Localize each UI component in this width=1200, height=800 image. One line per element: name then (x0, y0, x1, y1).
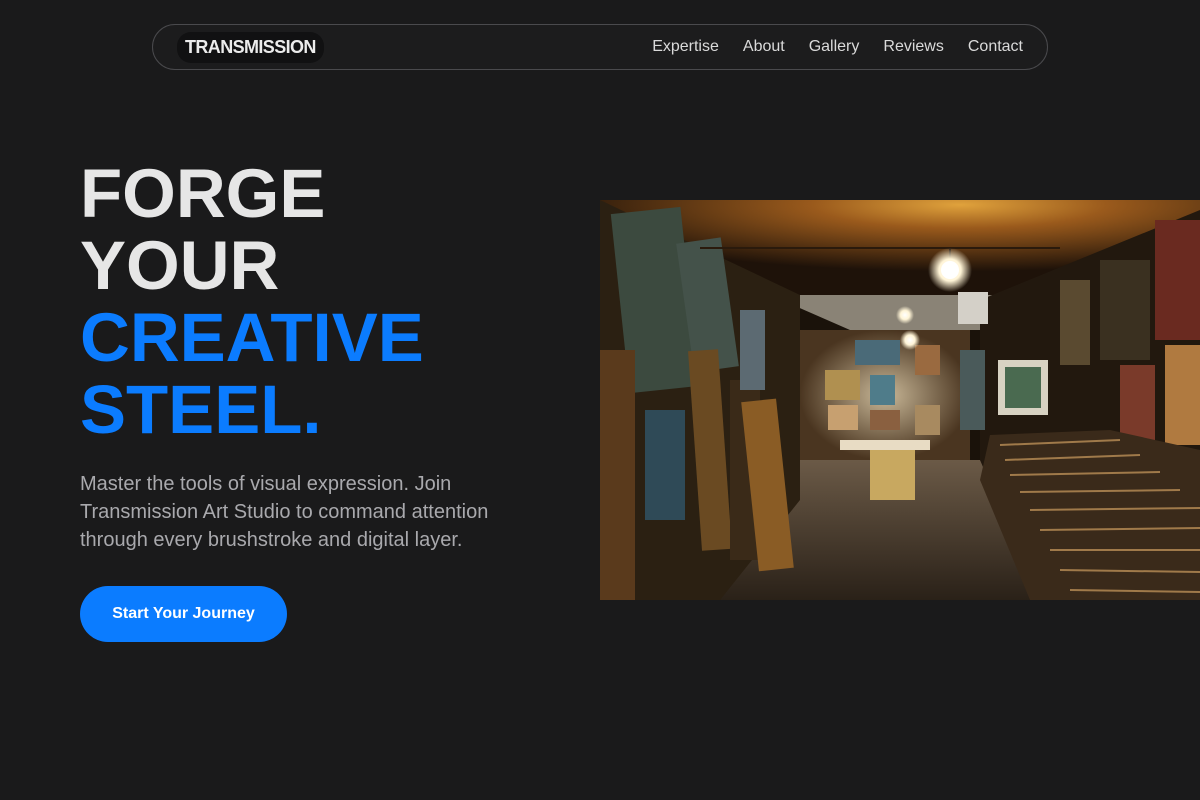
hero-subtitle: Master the tools of visual expression. J… (80, 473, 489, 551)
nav-link-reviews[interactable]: Reviews (883, 38, 943, 56)
start-journey-button[interactable]: Start Your Journey (80, 586, 287, 642)
hero-title-line-4: STEEL. (80, 371, 322, 448)
hero-image-art-gallery (600, 200, 1200, 600)
nav-link-about[interactable]: About (743, 38, 785, 56)
nav-link-contact[interactable]: Contact (968, 38, 1023, 56)
art-studio-photo (600, 200, 1200, 600)
nav-link-expertise[interactable]: Expertise (652, 38, 719, 56)
hero-title-line-3: CREATIVE (80, 299, 424, 376)
top-navbar: TRANSMISSION Expertise About Gallery Rev… (152, 24, 1048, 70)
hero-title-line-1: FORGE (80, 155, 326, 232)
nav-links: Expertise About Gallery Reviews Contact (652, 38, 1023, 56)
hero-title-line-2: YOUR (80, 227, 280, 304)
brand-logo[interactable]: TRANSMISSION (177, 31, 324, 63)
nav-link-gallery[interactable]: Gallery (809, 38, 860, 56)
hero-title: FORGE YOUR CREATIVE STEEL. (80, 158, 424, 446)
